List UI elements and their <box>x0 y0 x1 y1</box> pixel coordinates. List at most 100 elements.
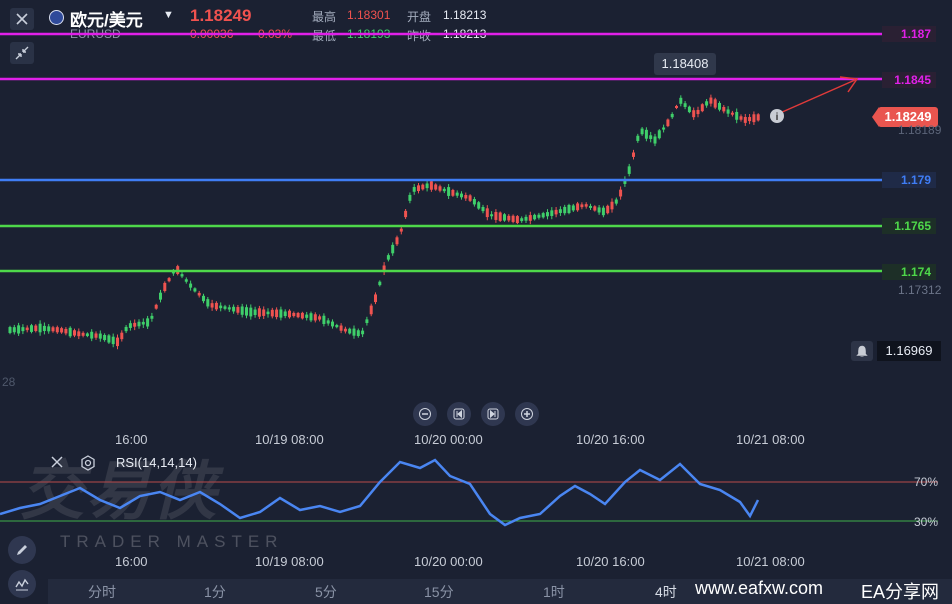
candle-body <box>339 325 343 331</box>
candle-body <box>90 331 94 339</box>
time-label: 10/20 00:00 <box>414 432 483 447</box>
skip-back-icon <box>453 408 465 420</box>
candle-body <box>511 215 515 222</box>
candle-body <box>270 309 274 317</box>
candle-body <box>515 216 519 224</box>
candle-body <box>107 335 111 343</box>
candle-body <box>288 310 291 318</box>
candle-body <box>417 185 420 192</box>
candle-body <box>326 320 330 324</box>
candle-body <box>133 322 137 327</box>
time-label: 16:00 <box>115 554 148 569</box>
candle-body <box>649 135 653 139</box>
tab-timeframe-5m[interactable]: 5分 <box>315 582 337 602</box>
candle-body <box>292 312 296 317</box>
level-label-11845: 1.1845 <box>882 72 936 88</box>
candle-body <box>503 214 506 221</box>
rsi-upper-label: 70% <box>914 475 939 489</box>
candle-body <box>51 327 55 332</box>
candle-body <box>438 186 442 191</box>
candle-body <box>696 109 700 115</box>
candle-body <box>159 292 162 300</box>
close-icon <box>51 456 63 468</box>
candle-body <box>361 330 365 335</box>
scroll-end-button[interactable] <box>481 402 505 426</box>
candle-body <box>752 114 756 123</box>
candle-body <box>163 282 167 291</box>
bell-icon <box>856 345 868 357</box>
candle-body <box>193 288 197 292</box>
candle-body <box>141 321 145 325</box>
candle-body <box>722 107 726 112</box>
candle-body <box>128 323 132 328</box>
candle-body <box>245 307 248 316</box>
skip-forward-icon <box>487 408 499 420</box>
high-tooltip: 1.18408 <box>654 53 716 75</box>
candle-body <box>632 152 635 157</box>
candle-body <box>227 307 231 310</box>
candle-body <box>296 312 300 318</box>
candle-body <box>700 104 704 112</box>
candle-body <box>68 327 72 337</box>
candle-body <box>305 314 309 318</box>
candle-body <box>739 116 743 120</box>
scroll-start-button[interactable] <box>447 402 471 426</box>
tab-timeframe-1m[interactable]: 1分 <box>204 582 226 602</box>
candle-body <box>386 255 390 260</box>
tab-timeframe-4h[interactable]: 4时 <box>655 582 677 602</box>
candle-body <box>546 212 549 217</box>
price-chart[interactable]: i <box>0 0 952 440</box>
candle-body <box>666 119 670 127</box>
candle-body <box>520 218 524 222</box>
candle-body <box>21 327 25 332</box>
price-tag-pointer <box>872 107 879 127</box>
candle-body <box>687 106 691 113</box>
candle-body <box>580 204 584 208</box>
candle-body <box>275 309 279 318</box>
candle-body <box>498 212 502 221</box>
candle-body <box>524 216 528 221</box>
rsi-lower-label: 30% <box>914 515 939 529</box>
candle-body <box>563 206 567 214</box>
candle-body <box>601 207 605 216</box>
minus-icon <box>419 408 431 420</box>
time-label: 10/21 08:00 <box>736 554 805 569</box>
draw-tool-button[interactable] <box>8 536 36 564</box>
candle-body <box>374 294 377 303</box>
candle-body <box>451 189 455 196</box>
candle-body <box>718 102 721 110</box>
candle-body <box>210 303 214 308</box>
tab-timeframe-1h[interactable]: 1时 <box>543 582 565 602</box>
ghost-price-2: 1.17312 <box>898 283 942 297</box>
zoom-out-button[interactable] <box>413 402 437 426</box>
zoom-in-button[interactable] <box>515 402 539 426</box>
candle-body <box>610 201 614 210</box>
candle-body <box>619 189 623 197</box>
candle-body <box>309 313 313 321</box>
candle-body <box>30 325 33 332</box>
candle-body <box>262 309 266 316</box>
rsi-settings-button[interactable] <box>80 455 96 476</box>
levels-group <box>0 32 884 273</box>
candle-body <box>464 194 468 199</box>
candle-body <box>64 328 68 334</box>
tab-timeframe-tick[interactable]: 分时 <box>88 582 116 602</box>
indicator-tool-button[interactable] <box>8 570 36 598</box>
candle-body <box>47 326 51 332</box>
trend-arrow-line[interactable] <box>779 79 856 114</box>
candle-body <box>709 97 713 104</box>
candle-body <box>472 199 476 205</box>
alert-bell-button[interactable] <box>851 341 873 361</box>
tab-timeframe-15m[interactable]: 15分 <box>424 582 454 602</box>
candle-body <box>214 302 218 310</box>
candle-body <box>42 325 46 331</box>
candle-body <box>197 292 201 296</box>
rsi-close-button[interactable] <box>50 455 64 474</box>
rsi-line <box>0 458 760 527</box>
candle-body <box>249 307 253 317</box>
candle-body <box>98 333 102 339</box>
candle-body <box>116 337 119 347</box>
candle-body <box>735 111 739 120</box>
time-label: 10/20 00:00 <box>414 554 483 569</box>
candle-body <box>679 97 683 104</box>
